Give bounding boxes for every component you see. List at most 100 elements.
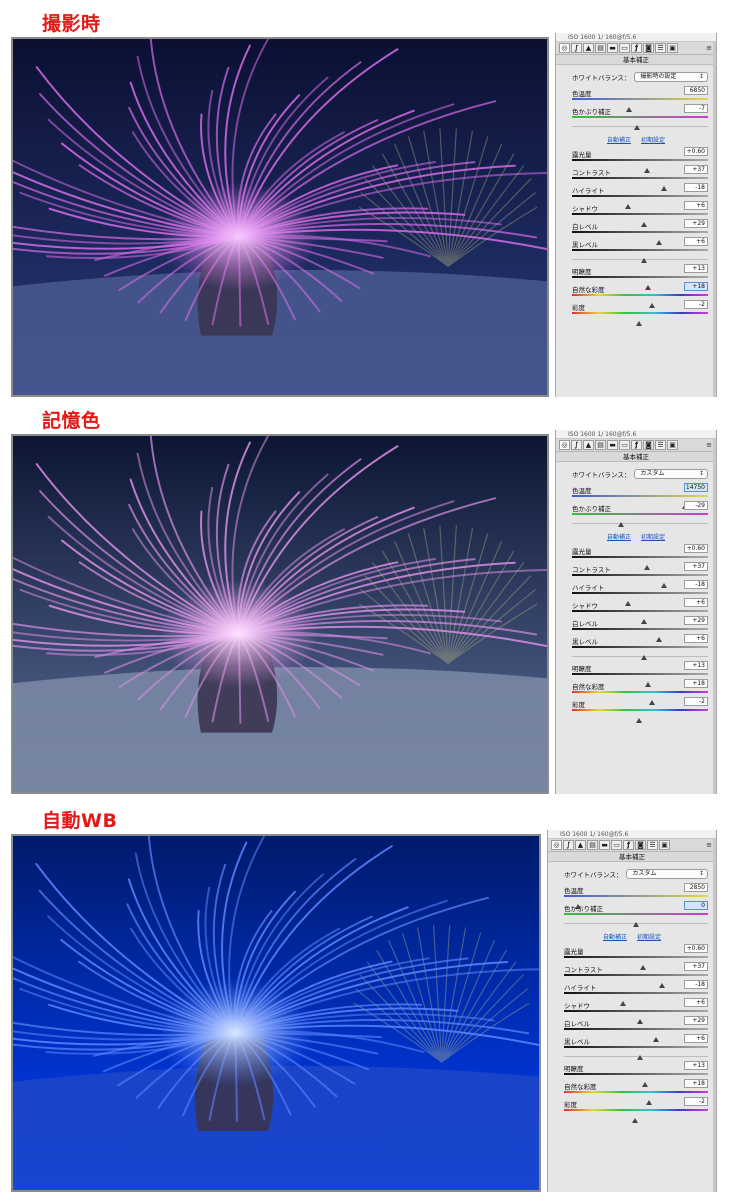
slider-track-exposure[interactable] [572,556,708,570]
menu-icon[interactable]: ≡ [706,441,712,449]
slider-track-shadows[interactable] [572,610,708,624]
value-field-clarity[interactable]: +13 [684,661,708,670]
detail-icon[interactable]: ▭ [611,840,622,850]
auto-adjust-link[interactable]: 自動補正 [607,137,631,144]
slider-track-contrast[interactable] [564,974,708,988]
settings-icon[interactable]: ◎ [559,440,570,450]
slider-track-vibrance[interactable] [572,691,708,705]
camera-icon[interactable]: ◙ [635,840,646,850]
default-link[interactable]: 初期設定 [641,137,665,144]
slider-track-saturation[interactable] [564,1109,708,1123]
slider-track-blacks[interactable] [572,646,708,660]
slider-thumb-blacks[interactable] [641,258,648,263]
slider-thumb-saturation[interactable] [635,718,642,723]
panel-scrollbar[interactable] [713,42,716,397]
slider-track-whites[interactable] [572,231,708,245]
slider-track-temp[interactable] [564,895,708,909]
slider-thumb-tint[interactable] [634,125,641,130]
slider-thumb-saturation[interactable] [631,1118,638,1123]
value-field-vibrance[interactable]: +18 [684,282,708,291]
preset-icon[interactable]: ☰ [655,43,666,53]
value-field-shadows[interactable]: +6 [684,201,708,210]
value-field-whites[interactable]: +29 [684,616,708,625]
slider-track-contrast[interactable] [572,177,708,191]
slider-track-saturation[interactable] [572,709,708,723]
value-field-saturation[interactable]: -2 [684,1097,708,1106]
snapshot-icon[interactable]: ▣ [667,43,678,53]
value-field-exposure[interactable]: +0.60 [684,544,708,553]
value-field-saturation[interactable]: -2 [684,300,708,309]
split-tone-icon[interactable]: ▬ [599,840,610,850]
preset-icon[interactable]: ☰ [647,840,658,850]
value-field-tint[interactable]: -29 [684,501,708,510]
white-balance-select[interactable]: 撮影時の設定 [634,72,708,82]
slider-track-tint[interactable] [572,513,708,527]
value-field-highlights[interactable]: -18 [684,580,708,589]
slider-track-clarity[interactable] [564,1073,708,1087]
curve-icon[interactable]: ∫ [571,440,582,450]
value-field-whites[interactable]: +29 [684,219,708,228]
auto-adjust-link[interactable]: 自動補正 [607,534,631,541]
slider-track-shadows[interactable] [564,1010,708,1024]
slider-track-highlights[interactable] [572,592,708,606]
slider-track-highlights[interactable] [564,992,708,1006]
slider-track-whites[interactable] [572,628,708,642]
value-field-tint[interactable]: 0 [684,901,708,910]
slider-track-clarity[interactable] [572,276,708,290]
mountain-icon[interactable]: ▲ [583,43,594,53]
detail-icon[interactable]: ▭ [619,43,630,53]
hsl-icon[interactable]: ▤ [595,440,606,450]
value-field-blacks[interactable]: +6 [684,634,708,643]
value-field-clarity[interactable]: +13 [684,1061,708,1070]
snapshot-icon[interactable]: ▣ [667,440,678,450]
panel-scrollbar[interactable] [713,839,716,1192]
camera-icon[interactable]: ◙ [643,43,654,53]
value-field-temp[interactable]: 14750 [684,483,708,492]
value-field-contrast[interactable]: +37 [684,962,708,971]
hsl-icon[interactable]: ▤ [587,840,598,850]
split-tone-icon[interactable]: ▬ [607,440,618,450]
slider-thumb-tint[interactable] [617,522,624,527]
value-field-vibrance[interactable]: +18 [684,679,708,688]
slider-thumb-blacks[interactable] [641,655,648,660]
slider-track-vibrance[interactable] [564,1091,708,1105]
value-field-contrast[interactable]: +37 [684,562,708,571]
slider-thumb-tint[interactable] [633,922,639,927]
preset-icon[interactable]: ☰ [655,440,666,450]
value-field-tint[interactable]: -7 [684,104,708,113]
panel-scrollbar[interactable] [713,439,716,794]
snapshot-icon[interactable]: ▣ [659,840,670,850]
settings-icon[interactable]: ◎ [551,840,562,850]
slider-track-temp[interactable] [572,495,708,509]
value-field-shadows[interactable]: +6 [684,998,708,1007]
menu-icon[interactable]: ≡ [706,841,712,849]
default-link[interactable]: 初期設定 [637,934,661,941]
fx-icon[interactable]: ƒ [631,43,642,53]
value-field-blacks[interactable]: +6 [684,237,708,246]
slider-thumb-blacks[interactable] [637,1055,644,1060]
camera-icon[interactable]: ◙ [643,440,654,450]
value-field-temp[interactable]: 2850 [684,883,708,892]
slider-track-highlights[interactable] [572,195,708,209]
slider-track-exposure[interactable] [572,159,708,173]
value-field-exposure[interactable]: +0.60 [684,944,708,953]
slider-track-tint[interactable] [564,913,708,927]
menu-icon[interactable]: ≡ [706,44,712,52]
slider-track-blacks[interactable] [572,249,708,263]
slider-track-exposure[interactable] [564,956,708,970]
white-balance-select[interactable]: カスタム [626,869,708,879]
slider-thumb-saturation[interactable] [635,321,642,326]
value-field-blacks[interactable]: +6 [684,1034,708,1043]
slider-track-temp[interactable] [572,98,708,112]
mountain-icon[interactable]: ▲ [583,440,594,450]
value-field-temp[interactable]: 6850 [684,86,708,95]
value-field-saturation[interactable]: -2 [684,697,708,706]
slider-track-whites[interactable] [564,1028,708,1042]
fx-icon[interactable]: ƒ [623,840,634,850]
detail-icon[interactable]: ▭ [619,440,630,450]
slider-track-blacks[interactable] [564,1046,708,1060]
slider-track-shadows[interactable] [572,213,708,227]
settings-icon[interactable]: ◎ [559,43,570,53]
value-field-vibrance[interactable]: +18 [684,1079,708,1088]
slider-track-saturation[interactable] [572,312,708,326]
